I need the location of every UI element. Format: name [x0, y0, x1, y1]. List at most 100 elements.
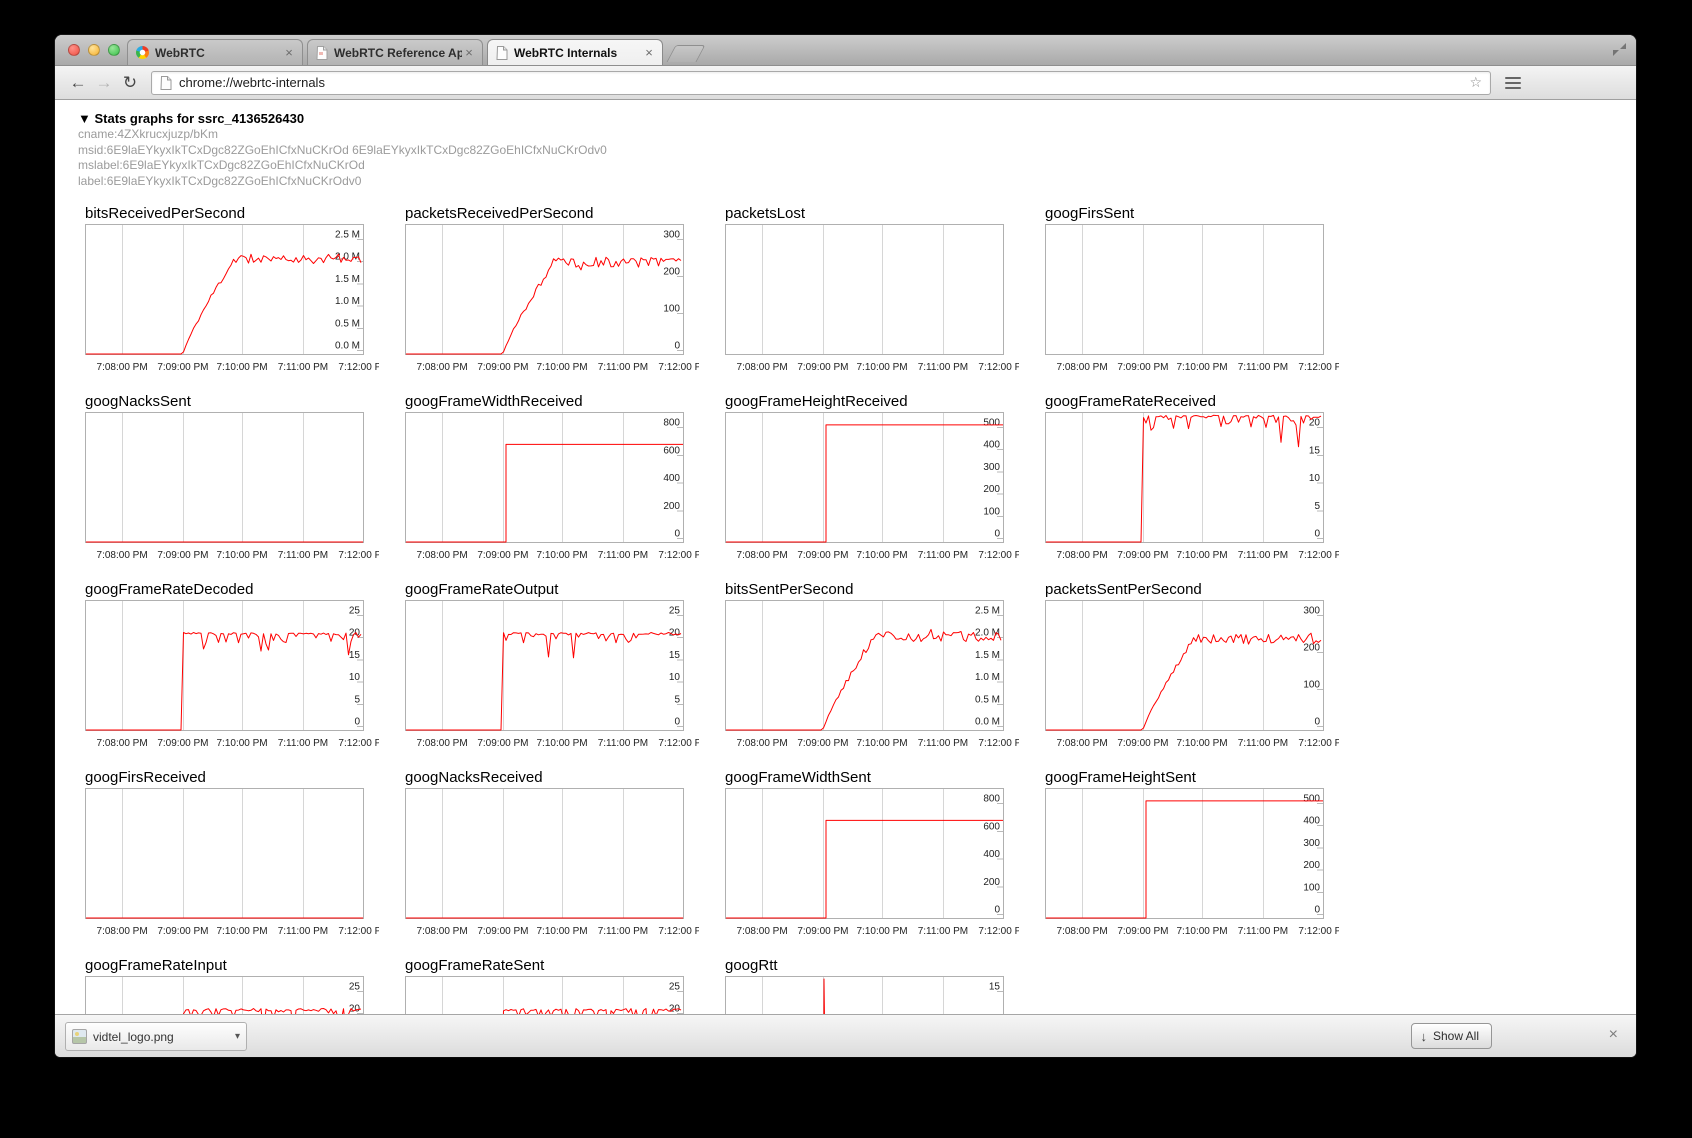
y-tick-label: 200: [983, 877, 1000, 888]
forward-button[interactable]: →: [91, 71, 117, 95]
y-tick-label: 25: [669, 606, 681, 617]
x-tick-label: 7:12:00 PM: [978, 550, 1019, 561]
y-tick-label: 0.5 M: [335, 318, 360, 329]
y-tick-label: 15: [1309, 445, 1321, 456]
chart-cell-bitsSentPerSecond: bitsSentPerSecond2.5 M2.0 M1.5 M1.0 M0.5…: [725, 581, 1019, 767]
bookmark-star-icon[interactable]: ☆: [1469, 74, 1482, 91]
chart-cell-packetsLost: packetsLost7:08:00 PM7:09:00 PM7:10:00 P…: [725, 205, 1019, 391]
minimize-window-button[interactable]: [88, 44, 100, 56]
x-tick-label: 7:12:00 PM: [978, 926, 1019, 937]
fullscreen-icon[interactable]: [1613, 43, 1626, 56]
x-tick-label: 7:09:00 PM: [157, 738, 208, 749]
x-tick-label: 7:11:00 PM: [1238, 362, 1288, 373]
url-text: chrome://webrtc-internals: [179, 75, 1469, 90]
x-tick-label: 7:10:00 PM: [1176, 362, 1227, 373]
x-tick-label: 7:12:00 PM: [338, 926, 379, 937]
new-tab-button[interactable]: [666, 45, 705, 62]
x-tick-label: 7:10:00 PM: [856, 738, 907, 749]
chevron-down-icon[interactable]: ▾: [235, 1031, 240, 1042]
x-tick-label: 7:10:00 PM: [216, 550, 267, 561]
back-button[interactable]: ←: [65, 71, 91, 95]
y-tick-label: 500: [1303, 794, 1320, 805]
x-axis-labels: 7:08:00 PM7:09:00 PM7:10:00 PM7:11:00 PM…: [1045, 550, 1339, 563]
x-tick-label: 7:08:00 PM: [417, 738, 468, 749]
y-tick-label: 300: [983, 462, 1000, 473]
x-tick-label: 7:09:00 PM: [1117, 362, 1168, 373]
tab-close-icon[interactable]: ×: [282, 46, 296, 60]
y-tick-label: 300: [1303, 838, 1320, 849]
chart-title: googRtt: [725, 957, 1019, 976]
tab-webrtc-internals[interactable]: WebRTC Internals ×: [487, 39, 663, 65]
x-tick-label: 7:12:00 PM: [658, 926, 699, 937]
chart-cell-googFrameRateOutput: googFrameRateOutput25201510507:08:00 PM7…: [405, 581, 699, 767]
x-axis-labels: 7:08:00 PM7:09:00 PM7:10:00 PM7:11:00 PM…: [405, 362, 699, 375]
download-filename: vidtel_logo.png: [93, 1030, 231, 1044]
x-tick-label: 7:12:00 PM: [1298, 550, 1339, 561]
download-item-vidtel-logo[interactable]: vidtel_logo.png ▾: [65, 1022, 247, 1051]
chart-cell-googFrameRateInput: googFrameRateInput25201510507:08:00 PM7:…: [85, 957, 379, 1014]
reload-button[interactable]: ↻: [117, 71, 143, 95]
tab-webrtc[interactable]: WebRTC ×: [127, 39, 303, 65]
y-tick-label: 15: [349, 650, 361, 661]
x-tick-label: 7:09:00 PM: [157, 362, 208, 373]
y-tick-label: 100: [1303, 882, 1320, 893]
menu-icon[interactable]: [1501, 72, 1525, 94]
y-tick-label: 400: [1303, 816, 1320, 827]
x-tick-label: 7:12:00 PM: [338, 362, 379, 373]
x-tick-label: 7:10:00 PM: [856, 362, 907, 373]
chart-title: googFrameWidthSent: [725, 769, 1019, 788]
x-tick-label: 7:11:00 PM: [278, 738, 328, 749]
chart-title: packetsSentPerSecond: [1045, 581, 1339, 600]
x-tick-label: 7:11:00 PM: [1238, 550, 1288, 561]
show-all-downloads-button[interactable]: ↓ Show All: [1411, 1023, 1492, 1049]
chart-plot-googFirsReceived: [85, 788, 364, 919]
chart-cell-googFrameHeightSent: googFrameHeightSent50040030020010007:08:…: [1045, 769, 1339, 955]
y-tick-label: 200: [663, 501, 680, 512]
tab-close-icon[interactable]: ×: [462, 46, 476, 60]
y-tick-label: 0: [1314, 717, 1320, 728]
y-tick-label: 2.5 M: [335, 230, 360, 241]
y-tick-label: 1.5 M: [975, 650, 1000, 661]
y-tick-label: 600: [663, 445, 680, 456]
x-tick-label: 7:08:00 PM: [417, 362, 468, 373]
x-tick-label: 7:10:00 PM: [856, 926, 907, 937]
address-bar[interactable]: chrome://webrtc-internals ☆: [151, 71, 1491, 95]
close-window-button[interactable]: [68, 44, 80, 56]
x-tick-label: 7:08:00 PM: [1057, 550, 1108, 561]
y-tick-label: 0: [674, 717, 680, 728]
chart-title: googFrameRateSent: [405, 957, 699, 976]
x-tick-label: 7:11:00 PM: [918, 738, 968, 749]
x-tick-label: 7:08:00 PM: [737, 738, 788, 749]
x-tick-label: 7:12:00 PM: [338, 738, 379, 749]
x-tick-label: 7:11:00 PM: [598, 550, 648, 561]
zoom-window-button[interactable]: [108, 44, 120, 56]
y-tick-label: 300: [1303, 606, 1320, 617]
y-tick-label: 0.0 M: [335, 341, 360, 352]
chart-plot-googFrameHeightReceived: 5004003002001000: [725, 412, 1004, 543]
y-tick-label: 1.0 M: [335, 296, 360, 307]
y-tick-label: 0: [674, 529, 680, 540]
y-tick-label: 400: [983, 849, 1000, 860]
x-tick-label: 7:10:00 PM: [216, 926, 267, 937]
tab-close-icon[interactable]: ×: [642, 46, 656, 60]
x-tick-label: 7:10:00 PM: [536, 550, 587, 561]
x-tick-label: 7:09:00 PM: [797, 738, 848, 749]
chart-title: packetsReceivedPerSecond: [405, 205, 699, 224]
x-tick-label: 7:10:00 PM: [536, 738, 587, 749]
x-tick-label: 7:10:00 PM: [536, 362, 587, 373]
x-axis-labels: 7:08:00 PM7:09:00 PM7:10:00 PM7:11:00 PM…: [725, 926, 1019, 939]
y-tick-label: 200: [663, 267, 680, 278]
y-tick-label: 10: [1309, 473, 1321, 484]
y-tick-label: 800: [663, 418, 680, 429]
tab-webrtc-reference-app[interactable]: WebRTC Reference App ×: [307, 39, 483, 65]
x-tick-label: 7:09:00 PM: [477, 738, 528, 749]
chart-plot-packetsLost: [725, 224, 1004, 355]
x-axis-labels: 7:08:00 PM7:09:00 PM7:10:00 PM7:11:00 PM…: [85, 362, 379, 375]
download-bar-close-icon[interactable]: ×: [1609, 1027, 1618, 1043]
y-tick-label: 10: [669, 672, 681, 683]
x-axis-labels: 7:08:00 PM7:09:00 PM7:10:00 PM7:11:00 PM…: [85, 926, 379, 939]
charts-grid: bitsReceivedPerSecond2.5 M2.0 M1.5 M1.0 …: [55, 100, 1636, 1014]
x-tick-label: 7:11:00 PM: [918, 926, 968, 937]
x-tick-label: 7:10:00 PM: [1176, 926, 1227, 937]
x-tick-label: 7:12:00 PM: [1298, 362, 1339, 373]
